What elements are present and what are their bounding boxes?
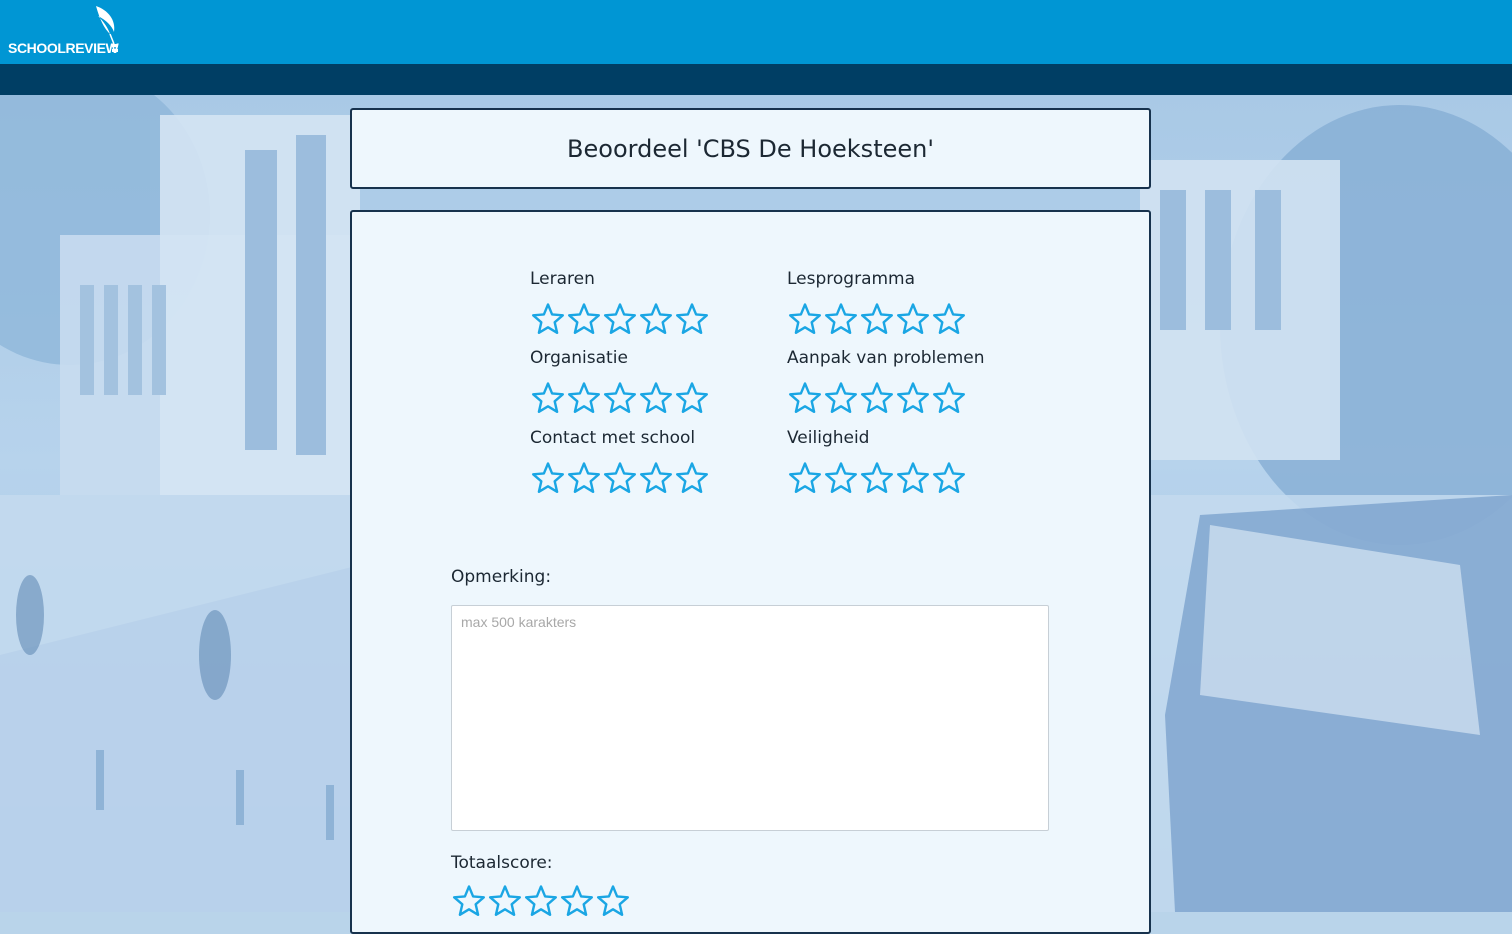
remark-textarea[interactable] [451,605,1049,831]
rating-criterion: Organisatie [530,347,750,415]
star-rating[interactable] [787,461,1007,495]
star-outline-icon[interactable] [602,461,638,495]
star-outline-icon[interactable] [931,461,967,495]
criterion-label: Organisatie [530,348,628,368]
star-outline-icon[interactable] [674,381,710,415]
star-outline-icon[interactable] [823,461,859,495]
star-outline-icon[interactable] [931,302,967,336]
star-outline-icon[interactable] [566,381,602,415]
rating-criterion: Veiligheid [787,427,1007,495]
star-outline-icon[interactable] [787,381,823,415]
criterion-label: Leraren [530,269,595,289]
star-outline-icon[interactable] [595,884,631,918]
star-outline-icon[interactable] [823,302,859,336]
star-outline-icon[interactable] [602,302,638,336]
criterion-label: Veiligheid [787,428,870,448]
secondary-navbar [0,64,1512,95]
star-outline-icon[interactable] [530,381,566,415]
star-outline-icon[interactable] [787,302,823,336]
rating-criterion: Aanpak van problemen [787,347,1007,415]
remark-label: Opmerking: [451,567,552,587]
total-score-label: Totaalscore: [451,853,553,873]
star-rating[interactable] [530,461,750,495]
total-score-stars[interactable] [451,884,631,918]
review-form-card: Leraren Lesprogramma Organisatie Aanpak van… [350,210,1151,934]
star-outline-icon[interactable] [566,302,602,336]
star-outline-icon[interactable] [787,461,823,495]
review-title-card: Beoordeel 'CBS De Hoeksteen' [350,108,1151,189]
star-rating[interactable] [530,302,750,336]
star-outline-icon[interactable] [859,381,895,415]
star-outline-icon[interactable] [530,302,566,336]
star-outline-icon[interactable] [638,461,674,495]
top-navbar: SCHOOLREVIEW [0,0,1512,64]
star-outline-icon[interactable] [638,381,674,415]
star-outline-icon[interactable] [895,461,931,495]
star-rating[interactable] [787,381,1007,415]
criterion-label: Contact met school [530,428,696,448]
rating-criterion: Lesprogramma [787,268,1007,336]
star-outline-icon[interactable] [674,302,710,336]
star-outline-icon[interactable] [602,381,638,415]
rating-criterion: Leraren [530,268,750,336]
logo-text: SCHOOLREVIEW [8,40,119,56]
star-rating[interactable] [530,381,750,415]
criterion-label: Lesprogramma [787,269,916,289]
star-outline-icon[interactable] [530,461,566,495]
criterion-label: Aanpak van problemen [787,348,985,368]
star-outline-icon[interactable] [895,381,931,415]
star-outline-icon[interactable] [559,884,595,918]
star-outline-icon[interactable] [566,461,602,495]
star-outline-icon[interactable] [859,302,895,336]
star-outline-icon[interactable] [931,381,967,415]
star-outline-icon[interactable] [487,884,523,918]
star-outline-icon[interactable] [823,381,859,415]
page-title: Beoordeel 'CBS De Hoeksteen' [567,134,934,163]
star-outline-icon[interactable] [674,461,710,495]
star-outline-icon[interactable] [523,884,559,918]
star-outline-icon[interactable] [895,302,931,336]
star-outline-icon[interactable] [859,461,895,495]
star-rating[interactable] [787,302,1007,336]
schoolreview-logo[interactable]: SCHOOLREVIEW [6,4,136,60]
star-outline-icon[interactable] [638,302,674,336]
star-outline-icon[interactable] [451,884,487,918]
rating-criterion: Contact met school [530,427,750,495]
